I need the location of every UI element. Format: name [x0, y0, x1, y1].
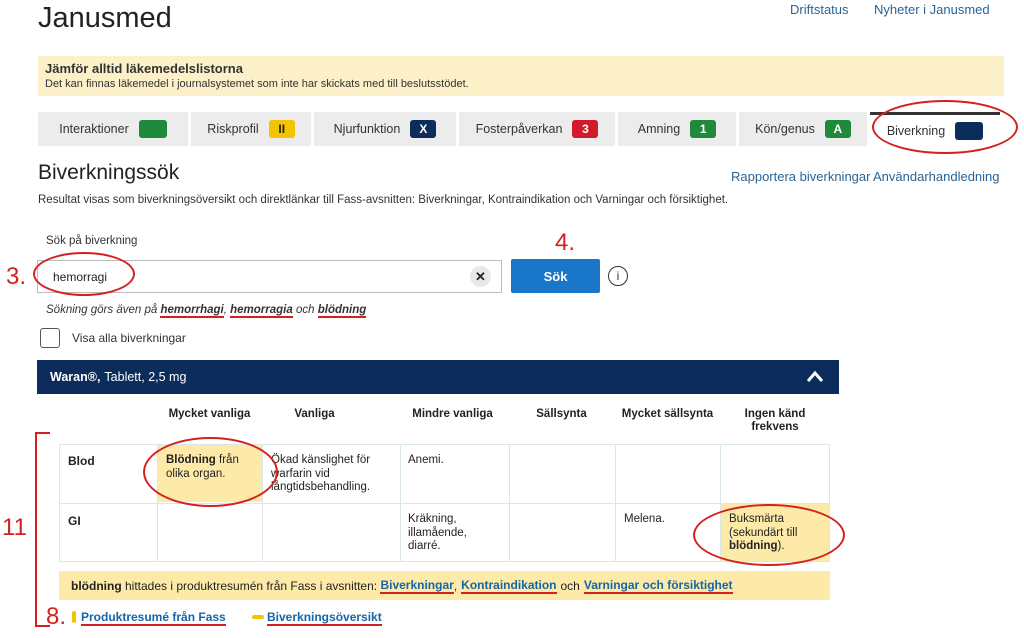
col-divider: [615, 444, 616, 562]
synonym-term: blödning: [317, 304, 367, 318]
also-search-text: Sökning görs även på hemorrhagi, hemorra…: [46, 304, 367, 318]
news-link[interactable]: Nyheter i Janusmed: [874, 2, 990, 17]
fass-biverkningar-link[interactable]: Biverkningar: [380, 578, 454, 594]
annotation-ring: [693, 504, 845, 566]
biverkningsoversikt-link[interactable]: Biverkningsöversikt: [267, 610, 382, 626]
link-bullet: [72, 611, 76, 623]
column-header: Mycket sällsynta: [621, 408, 714, 420]
drug-name: Waran®,: [50, 370, 101, 384]
driftstatus-link[interactable]: Driftstatus: [790, 2, 849, 17]
show-all-label: Visa alla biverkningar: [72, 331, 186, 345]
tab-interaktioner[interactable]: Interaktioner: [38, 112, 188, 146]
tab-label: Fosterpåverkan: [475, 122, 563, 136]
search-label: Sök på biverkning: [46, 235, 138, 247]
annotation-bracket: [35, 432, 50, 627]
section-description: Resultat visas som biverkningsöversikt o…: [38, 194, 729, 206]
produktresume-link[interactable]: Produktresumé från Fass: [81, 610, 226, 626]
col-divider: [400, 444, 401, 562]
annotation-ring: [143, 437, 278, 507]
result-term: blödning: [71, 578, 122, 593]
amning-badge: 1: [690, 120, 717, 138]
fass-kontraindikation-link[interactable]: Kontraindikation: [461, 578, 557, 594]
column-header: Mindre vanliga: [412, 408, 493, 420]
page-title: Biverkningssök: [38, 161, 180, 184]
riskprofil-badge: II: [268, 120, 295, 138]
module-tabs: Interaktioner Riskprofil II Njurfunktion…: [38, 112, 1004, 148]
annotation-number: 3.: [6, 263, 27, 290]
drug-accordion-header[interactable]: Waran®, Tablett, 2,5 mg: [37, 360, 839, 394]
table-cell: Anemi.: [408, 454, 444, 466]
tab-amning[interactable]: Amning 1: [618, 112, 736, 146]
column-header: Vanliga: [294, 408, 335, 420]
fass-varningar-link[interactable]: Varningar och försiktighet: [583, 578, 733, 594]
synonym-term: hemorrhagi: [160, 304, 224, 318]
info-icon[interactable]: i: [608, 266, 628, 286]
search-button[interactable]: Sök: [511, 259, 600, 293]
tab-label: Kön/genus: [755, 122, 815, 136]
annotation-number: 8.: [46, 603, 67, 630]
column-header: Ingen känd frekvens: [744, 408, 806, 433]
notice-banner: Jämför alltid läkemedelslistorna Det kan…: [38, 56, 1004, 96]
notice-text: Det kan finnas läkemedel i journalsystem…: [45, 78, 469, 90]
link-bullet: [252, 615, 264, 619]
tab-riskprofil[interactable]: Riskprofil II: [191, 112, 311, 146]
interaktioner-status-badge: [138, 120, 167, 138]
site-title: Janusmed: [38, 2, 172, 34]
report-adverse-link[interactable]: Rapportera biverkningar: [731, 169, 870, 184]
column-header: Mycket vanliga: [168, 408, 251, 420]
clear-icon[interactable]: ✕: [470, 266, 491, 287]
table-cell: Ökad känslighet för warfarin vid långtid…: [271, 454, 371, 493]
fass-result-bar: blödning hittades i produktresumén från …: [59, 571, 830, 600]
tab-label: Amning: [637, 122, 681, 136]
column-header: Sällsynta: [536, 408, 587, 420]
col-divider: [509, 444, 510, 562]
annotation-number: 4.: [555, 229, 576, 256]
tab-label: Interaktioner: [59, 122, 129, 136]
tab-label: Njurfunktion: [333, 122, 401, 136]
row-header: Blod: [68, 454, 95, 468]
synonym-term: hemorragia: [230, 304, 293, 318]
show-all-checkbox[interactable]: [40, 328, 60, 348]
kon-genus-badge: A: [824, 120, 851, 138]
drug-detail: Tablett, 2,5 mg: [104, 370, 187, 384]
fosterpaverkan-badge: 3: [572, 120, 599, 138]
tab-label: Riskprofil: [207, 122, 259, 136]
tab-njurfunktion[interactable]: Njurfunktion X: [314, 112, 456, 146]
chevron-up-icon[interactable]: [806, 368, 824, 386]
annotation-ring: [872, 100, 1018, 154]
row-header: GI: [68, 514, 81, 528]
njurfunktion-badge: X: [410, 120, 437, 138]
annotation-ring: [33, 252, 135, 296]
table-cell: Kräkning, illamående, diarré.: [408, 513, 467, 552]
user-guide-link[interactable]: Användarhandledning: [873, 169, 1000, 184]
row-divider: [59, 503, 830, 504]
annotation-number: 11: [2, 514, 27, 541]
notice-title: Jämför alltid läkemedelslistorna: [45, 61, 243, 76]
tab-fosterpaverkan[interactable]: Fosterpåverkan 3: [459, 112, 615, 146]
tab-kon-genus[interactable]: Kön/genus A: [739, 112, 867, 146]
